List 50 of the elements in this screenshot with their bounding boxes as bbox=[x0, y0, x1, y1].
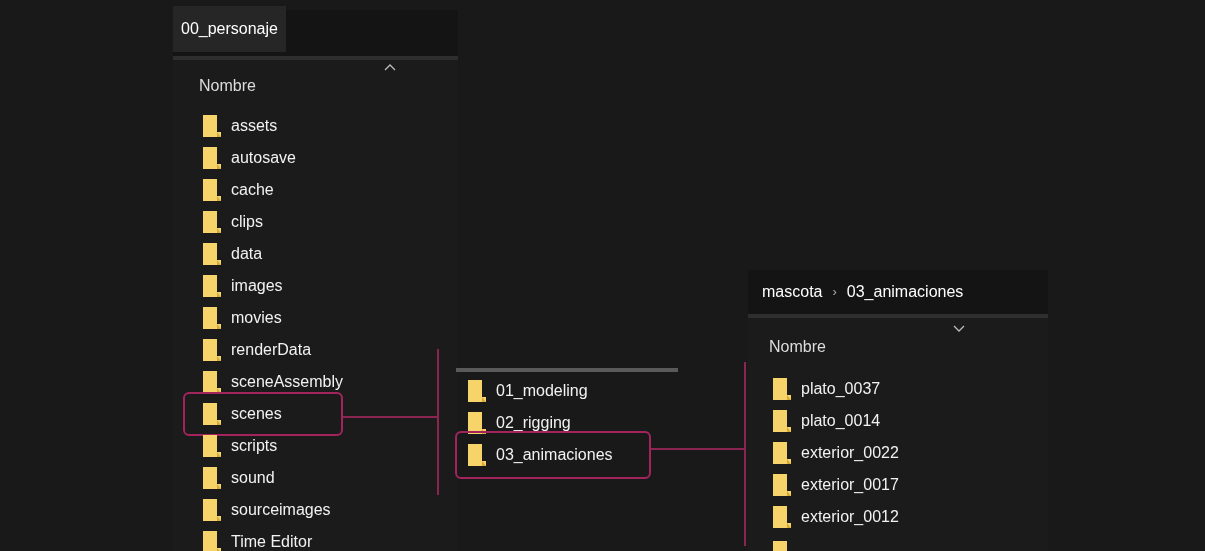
folder-name[interactable]: sceneAssembly bbox=[231, 370, 344, 394]
folder-icon bbox=[468, 380, 486, 402]
breadcrumb-item[interactable]: 03_animaciones bbox=[846, 280, 964, 304]
folder-icon bbox=[203, 211, 221, 233]
folder-name[interactable]: sourceimages bbox=[231, 498, 331, 522]
folder-icon bbox=[203, 275, 221, 297]
folder-icon bbox=[773, 506, 791, 528]
folder-name[interactable]: clips bbox=[231, 210, 263, 234]
folder-icon bbox=[203, 307, 221, 329]
folder-icon bbox=[203, 435, 221, 457]
folder-name[interactable]: renderData bbox=[231, 338, 312, 362]
folder-icon bbox=[203, 531, 221, 551]
folder-name[interactable]: plato_0037 bbox=[801, 377, 881, 401]
folder-icon bbox=[773, 378, 791, 400]
folder-name[interactable]: images bbox=[231, 274, 283, 298]
folder-icon bbox=[468, 412, 486, 434]
folder-icon bbox=[773, 442, 791, 464]
folder-name[interactable]: exterior_0017 bbox=[801, 473, 899, 497]
folder-name[interactable]: 03_animaciones bbox=[496, 443, 613, 467]
folder-icon bbox=[203, 115, 221, 137]
folder-name[interactable]: cache bbox=[231, 178, 274, 202]
folder-name[interactable]: 01_modeling bbox=[496, 379, 588, 403]
breadcrumb-item[interactable]: mascota bbox=[762, 280, 823, 304]
folder-icon bbox=[203, 499, 221, 521]
folder-icon bbox=[203, 371, 221, 393]
folder-name[interactable]: scenes bbox=[231, 402, 282, 426]
folder-icon bbox=[203, 339, 221, 361]
folder-icon bbox=[773, 474, 791, 496]
folder-icon bbox=[203, 179, 221, 201]
folder-name[interactable]: assets bbox=[231, 114, 278, 138]
folder-name[interactable]: movies bbox=[231, 306, 282, 330]
folder-icon bbox=[203, 243, 221, 265]
folder-icon bbox=[468, 444, 486, 466]
folder-icon bbox=[203, 147, 221, 169]
folder-icon bbox=[203, 467, 221, 489]
folder-name[interactable]: plato_0014 bbox=[801, 409, 881, 433]
folder-name[interactable]: exterior_0012 bbox=[801, 505, 899, 529]
breadcrumb-separator: › bbox=[832, 283, 837, 302]
folder-name[interactable]: sound bbox=[231, 466, 275, 490]
column-header[interactable]: Nombre bbox=[769, 335, 826, 359]
folder-tab[interactable]: 00_personaje bbox=[173, 6, 286, 52]
column-header[interactable]: Nombre bbox=[199, 74, 256, 98]
folder-name[interactable]: autosave bbox=[231, 146, 296, 170]
folder-name[interactable]: exterior_0022 bbox=[801, 441, 899, 465]
folder-icon bbox=[203, 403, 221, 425]
folder-name[interactable]: 02_rigging bbox=[496, 411, 571, 435]
folder-name[interactable]: data bbox=[231, 242, 263, 266]
folder-name[interactable]: scripts bbox=[231, 434, 278, 458]
folder-icon bbox=[773, 410, 791, 432]
folder-name[interactable]: Time Editor bbox=[231, 530, 313, 551]
